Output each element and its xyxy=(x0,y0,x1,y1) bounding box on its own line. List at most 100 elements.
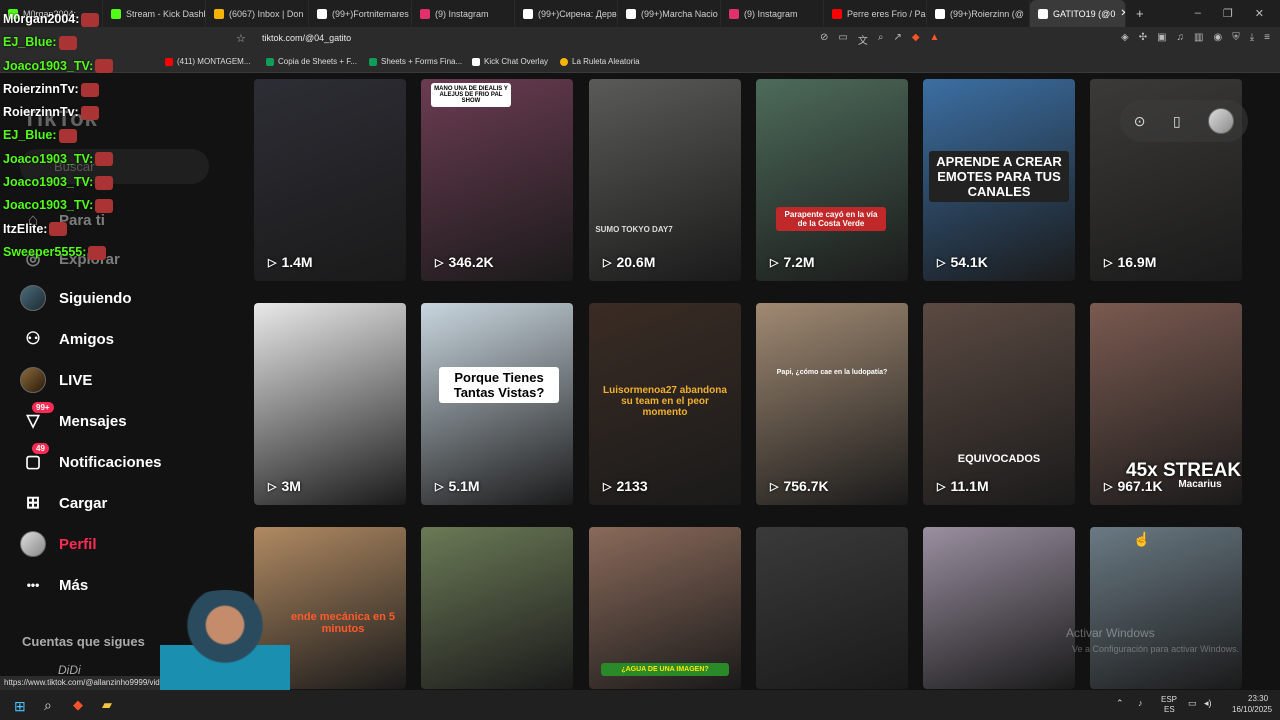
chat-message: Joaco1903_TV: xyxy=(3,55,114,78)
extension-icon[interactable]: ◈ xyxy=(1121,32,1129,43)
bookmark-item[interactable]: Kick Chat Overlay xyxy=(472,57,548,66)
sidebar-icon[interactable]: ▥ xyxy=(1194,32,1203,43)
translate-icon[interactable]: 文 xyxy=(858,32,868,47)
browser-tab[interactable]: (9) Instagram xyxy=(412,0,515,27)
browser-tab[interactable]: (9) Instagram xyxy=(721,0,824,27)
folder-icon[interactable]: ▰ xyxy=(102,697,112,713)
sidebar-item-cargar[interactable]: ⊞ Cargar xyxy=(20,490,107,516)
video-card[interactable] xyxy=(421,527,573,689)
language-indicator[interactable]: ESP xyxy=(1161,695,1177,704)
mic-icon[interactable]: ♪ xyxy=(1138,698,1143,708)
search-icon[interactable]: ⌕ xyxy=(44,697,52,714)
emote-icon xyxy=(95,175,114,190)
bookmark-item[interactable]: Sheets + Forms Fina... xyxy=(369,57,462,66)
menu-icon[interactable]: ≡ xyxy=(1264,32,1270,43)
sidebar-item-notificaciones[interactable]: ▢ 49 Notificaciones xyxy=(20,443,162,475)
minimize-button[interactable]: – xyxy=(1195,7,1201,20)
sidebar-item-siguiendo[interactable]: Siguiendo xyxy=(20,285,132,311)
sidebar-item-mensajes[interactable]: ▽ 99+ Mensajes xyxy=(20,402,127,434)
url-field[interactable]: tiktok.com/@04_gatito xyxy=(262,33,351,43)
play-icon: ▷ xyxy=(770,256,779,269)
followed-account[interactable]: DiDi xyxy=(58,663,81,677)
bookmark-star-icon[interactable]: ☆ xyxy=(236,32,246,45)
friends-icon: ⚇ xyxy=(25,329,41,348)
view-count: ▷ 54.1K xyxy=(937,254,988,270)
view-count: ▷ 346.2K xyxy=(435,254,494,270)
video-card[interactable] xyxy=(1090,527,1242,689)
zoom-icon[interactable]: ⌕ xyxy=(878,32,884,47)
video-card[interactable]: SUMO TOKYO DAY7 ▷ 20.6M xyxy=(589,79,741,281)
video-card[interactable]: Porque Tienes Tantas Vistas? ▷ 5.1M xyxy=(421,303,573,505)
close-window-button[interactable]: ✕ xyxy=(1255,7,1264,20)
view-count: ▷ 7.2M xyxy=(770,254,815,270)
sidebar-item-amigos[interactable]: ⚇ Amigos xyxy=(20,326,114,352)
window-controls: – ❐ ✕ xyxy=(1195,7,1280,20)
tab-label: (9) Instagram xyxy=(435,8,489,19)
screen-icon[interactable]: ▭ xyxy=(838,32,847,47)
network-icon[interactable]: ▭ xyxy=(1188,698,1197,709)
tab-label: (9) Instagram xyxy=(744,8,798,19)
play-icon: ▷ xyxy=(268,256,277,269)
tray-chevron-icon[interactable]: ⌃ xyxy=(1116,698,1124,709)
active-tab[interactable]: GATITO19 (@0 ✕ xyxy=(1030,0,1126,27)
video-card[interactable]: ▷ 1.4M xyxy=(254,79,406,281)
browser-tab[interactable]: (99+)Roierzinn (@ xyxy=(927,0,1030,27)
browser-tab[interactable]: (6067) Inbox | Don xyxy=(206,0,309,27)
play-icon: ▷ xyxy=(770,480,779,493)
video-card[interactable]: MANO UNA DE DIEALIS Y ALEJUS DE FRIO PAL… xyxy=(421,79,573,281)
music-icon[interactable]: ♫ xyxy=(1177,32,1185,43)
brave-shield-icon[interactable]: ◆ xyxy=(912,32,920,47)
tv-icon[interactable]: ⊙ xyxy=(1134,113,1146,130)
video-card[interactable]: Parapente cayó en la vía de la Costa Ver… xyxy=(756,79,908,281)
video-card[interactable]: EQUIVOCADOS ▷ 11.1M xyxy=(923,303,1075,505)
vpn-icon[interactable]: ⛨ xyxy=(1232,32,1240,43)
chat-message: EJ_Blue: xyxy=(3,31,113,54)
phone-icon[interactable]: ▯ xyxy=(1173,113,1181,130)
sidebar-item-mas[interactable]: ••• Más xyxy=(20,572,89,598)
browser-tab[interactable]: (99+)Marcha Nacio xyxy=(618,0,721,27)
view-count-value: 54.1K xyxy=(950,254,988,270)
maximize-button[interactable]: ❐ xyxy=(1223,7,1233,20)
reader-icon[interactable]: ⊘ xyxy=(820,32,828,47)
video-card[interactable] xyxy=(923,527,1075,689)
video-card[interactable]: ¿AGUA DE UNA IMAGEN? xyxy=(589,527,741,689)
profile-icon[interactable]: ◉ xyxy=(1214,32,1223,43)
emote-icon xyxy=(88,245,107,260)
messages-badge: 99+ xyxy=(32,402,54,413)
browser-tab[interactable]: Perre eres Frio / Pa xyxy=(824,0,927,27)
chat-username: Joaco1903_TV: xyxy=(3,198,94,213)
bookmark-item[interactable]: Copia de Sheets + F... xyxy=(266,57,357,66)
video-card[interactable] xyxy=(756,527,908,689)
video-card[interactable]: Luisormenoa27 abandona su team en el peo… xyxy=(589,303,741,505)
notifications-badge: 49 xyxy=(32,443,49,454)
video-overlay-text: Parapente cayó en la vía de la Costa Ver… xyxy=(776,207,886,231)
video-card[interactable]: APRENDE A CREAR EMOTES PARA TUS CANALES ▷… xyxy=(923,79,1075,281)
browser-tab[interactable]: Stream - Kick Dashb xyxy=(103,0,206,27)
video-card[interactable]: ▷ 3M xyxy=(254,303,406,505)
download-icon[interactable]: ⤓ xyxy=(1250,32,1254,43)
chat-message: ItzElite: xyxy=(3,218,113,241)
video-card[interactable]: Papi, ¿cómo cae en la ludopatía? ▷ 756.7K xyxy=(756,303,908,505)
clock-time[interactable]: 23:30 xyxy=(1248,694,1268,703)
bookmark-item[interactable]: La Ruleta Aleatoria xyxy=(560,57,640,66)
video-overlay-text: SUMO TOKYO DAY7 xyxy=(595,225,673,234)
wheel-icon xyxy=(560,57,568,66)
browser-tab[interactable]: (99+)Fortnitemares xyxy=(309,0,412,27)
plus-icon: ⊞ xyxy=(25,493,41,512)
avatar xyxy=(20,531,46,557)
address-actions: ⊘ ▭ 文 ⌕ ↗ ◆ ▲ xyxy=(820,32,939,47)
browser-tab[interactable]: (99+)Сирена: Дерв xyxy=(515,0,618,27)
bookmark-item[interactable]: (411) MONTAGEM... xyxy=(165,57,251,66)
volume-icon[interactable]: ◂) xyxy=(1204,698,1212,709)
windows-start-icon[interactable]: ⊞ xyxy=(14,698,26,715)
new-tab-button[interactable]: + xyxy=(1126,6,1154,21)
rewards-icon[interactable]: ▲ xyxy=(930,32,940,47)
avatar[interactable] xyxy=(1208,108,1235,134)
sidebar-item-live[interactable]: LIVE xyxy=(20,367,92,393)
share-icon[interactable]: ↗ xyxy=(893,32,901,47)
sidebar-item-perfil[interactable]: Perfil xyxy=(20,531,97,557)
puzzle-icon[interactable]: ✣ xyxy=(1139,32,1147,43)
brave-icon[interactable]: ◆ xyxy=(73,697,83,713)
wallet-icon[interactable]: ▣ xyxy=(1157,32,1166,43)
address-bar: ☆ tiktok.com/@04_gatito ⊘ ▭ 文 ⌕ ↗ ◆ ▲ ◈ … xyxy=(0,27,1280,52)
